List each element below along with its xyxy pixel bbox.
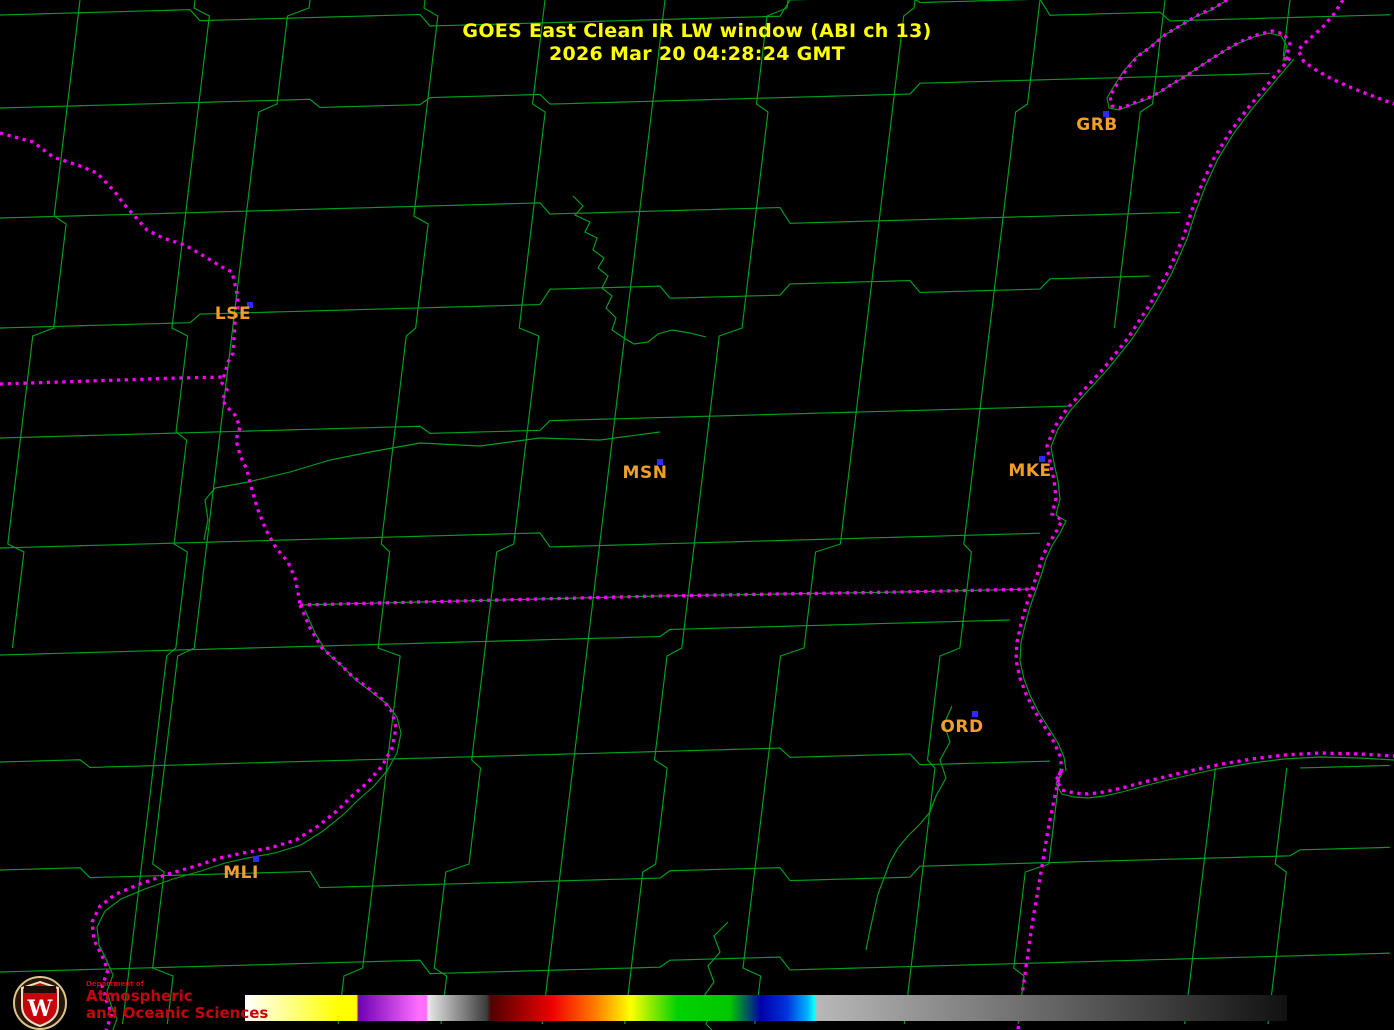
state-segment bbox=[0, 375, 225, 386]
image-title: GOES East Clean IR LW window (ABI ch 13)… bbox=[0, 20, 1394, 66]
station-label-MKE: MKE bbox=[1008, 461, 1052, 481]
county-segment bbox=[541, 0, 666, 1025]
state-border-lines bbox=[0, 0, 1394, 1030]
shoregreen-segment bbox=[1019, 58, 1295, 772]
logo-atmospheric: Atmospheric bbox=[86, 987, 193, 1005]
county-segment bbox=[1299, 764, 1391, 769]
crest-letter: W bbox=[27, 996, 53, 1022]
station-label-GRB: GRB bbox=[1076, 115, 1118, 135]
satellite-image-viewport: GOES East Clean IR LW window (ABI ch 13)… bbox=[0, 0, 1394, 1030]
county-segment bbox=[7, 0, 81, 649]
station-label-MSN: MSN bbox=[622, 463, 668, 483]
county-segment bbox=[433, 0, 546, 1025]
shoreline-county-lines bbox=[96, 1, 1394, 1030]
county-segment bbox=[0, 846, 1391, 889]
state-segment bbox=[299, 587, 1036, 607]
river-segment bbox=[865, 705, 953, 951]
county-segment bbox=[0, 747, 1051, 768]
station-label-ORD: ORD bbox=[940, 717, 984, 737]
river-segment bbox=[572, 195, 707, 345]
station-dot-MLI bbox=[253, 856, 259, 862]
county-segment bbox=[903, 0, 1041, 1025]
logo-text: Department of Atmospheric and Oceanic Sc… bbox=[86, 980, 268, 1022]
river-lines bbox=[203, 195, 953, 1030]
county-segment bbox=[1267, 767, 1288, 1025]
county-segment bbox=[623, 0, 789, 1025]
uw-crest-icon: W bbox=[13, 976, 67, 1030]
map-canvas bbox=[0, 0, 1394, 1030]
county-segment bbox=[0, 952, 1391, 975]
station-label-MLI: MLI bbox=[223, 863, 259, 883]
county-segment bbox=[0, 405, 1071, 439]
county-segment bbox=[0, 532, 1041, 549]
state-segment bbox=[1016, 771, 1062, 1030]
county-segment bbox=[0, 619, 1011, 656]
county-segment bbox=[0, 72, 1271, 109]
state-segment bbox=[0, 131, 302, 606]
title-line-1: GOES East Clean IR LW window (ABI ch 13) bbox=[462, 20, 932, 42]
uw-aos-logo: W Department of Atmospheric and Oceanic … bbox=[8, 976, 268, 1030]
county-segment bbox=[742, 0, 916, 1025]
ir-temperature-colorbar bbox=[245, 995, 1287, 1021]
county-segment bbox=[121, 0, 210, 1025]
shoregreen-segment bbox=[96, 609, 402, 1030]
county-segment bbox=[1184, 767, 1216, 1025]
station-label-LSE: LSE bbox=[214, 304, 252, 324]
title-line-2: 2026 Mar 20 04:28:24 GMT bbox=[548, 43, 846, 65]
logo-oceanic-sciences: and Oceanic Sciences bbox=[86, 1004, 269, 1022]
state-segment bbox=[90, 604, 398, 1030]
state-segment bbox=[1014, 56, 1292, 771]
river-segment bbox=[203, 431, 661, 541]
county-segment bbox=[337, 0, 439, 1025]
state-segment bbox=[1054, 751, 1394, 796]
county-boundary-lines bbox=[0, 0, 1391, 1025]
